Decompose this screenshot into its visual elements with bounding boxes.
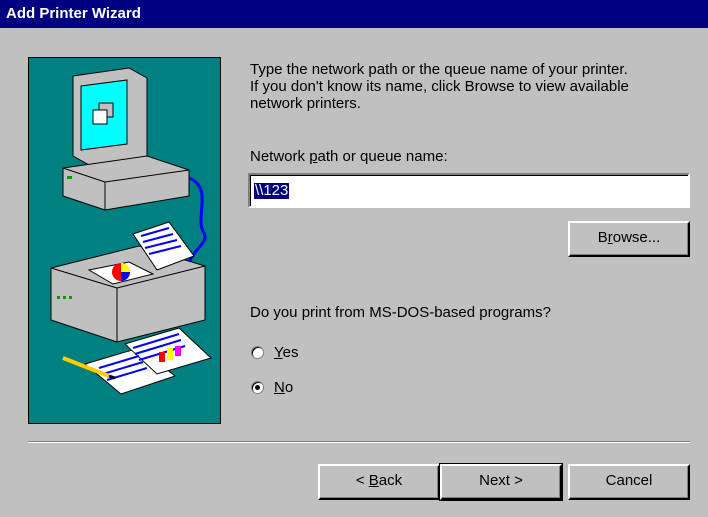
- radio-no[interactable]: No: [251, 379, 293, 396]
- msdos-question: Do you print from MS-DOS-based programs?: [250, 304, 551, 321]
- instructions-line-1: Type the network path or the queue name …: [250, 61, 628, 78]
- instructions-line-3: network printers.: [250, 95, 361, 112]
- window-title-bar[interactable]: Add Printer Wizard: [0, 0, 708, 28]
- radio-no-label: No: [274, 379, 294, 396]
- path-field-label: Network path or queue name:: [250, 148, 448, 165]
- network-path-input[interactable]: \\123: [248, 173, 690, 208]
- printer-icon: [50, 221, 206, 343]
- radio-yes[interactable]: Yes: [251, 344, 298, 361]
- documents-icon: [62, 327, 212, 395]
- browse-button[interactable]: Browse...: [568, 221, 690, 257]
- separator: [28, 441, 690, 443]
- cancel-button[interactable]: Cancel: [568, 464, 690, 500]
- network-path-value: \\123: [254, 182, 290, 199]
- wizard-illustration: [28, 57, 221, 424]
- instructions-line-2: If you don't know its name, click Browse…: [250, 78, 629, 95]
- window-title: Add Printer Wizard: [6, 5, 141, 22]
- next-button[interactable]: Next >: [439, 463, 563, 501]
- radio-yes-label: Yes: [274, 344, 299, 361]
- back-button[interactable]: < Back: [318, 464, 440, 500]
- radio-no-indicator[interactable]: [251, 381, 264, 394]
- radio-yes-indicator[interactable]: [251, 346, 264, 359]
